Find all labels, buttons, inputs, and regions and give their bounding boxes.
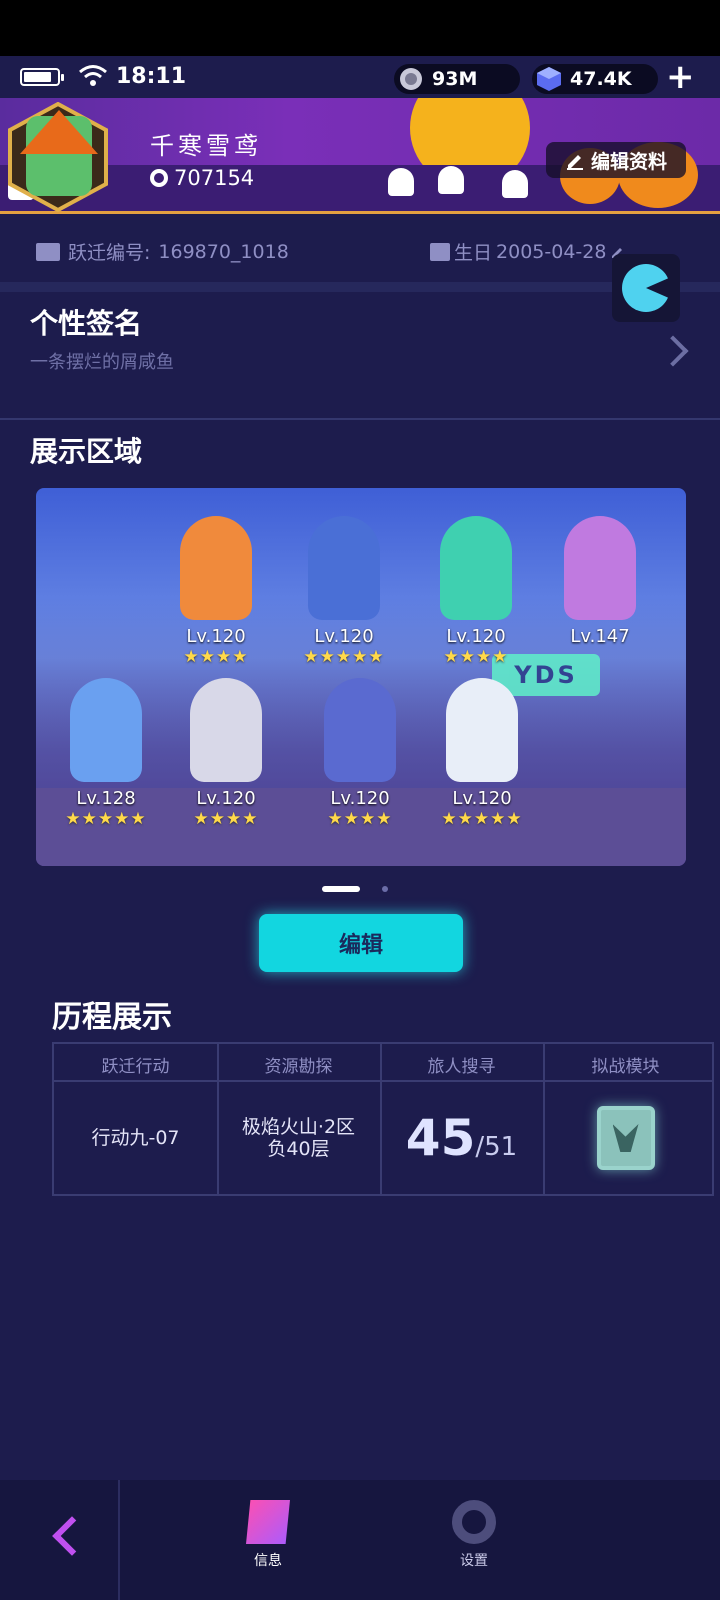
- hero-card[interactable]: Lv.120 ★★★★★: [422, 678, 542, 829]
- gem-icon: [537, 67, 561, 91]
- resource-value: 极焰火山·2区 负40层: [241, 1116, 356, 1160]
- history-cell-jump[interactable]: 跃迁行动 行动九-07: [54, 1044, 219, 1194]
- showcase-carousel[interactable]: YDS Lv.120 ★★★★ Lv.120 ★★★★★ Lv.120 ★★★★…: [36, 488, 686, 866]
- gear-icon: [452, 1500, 496, 1544]
- hero-sprite: [180, 516, 252, 620]
- edit-profile-label: 编辑资料: [590, 150, 667, 173]
- hero-sprite: [440, 516, 512, 620]
- coin-icon: [400, 68, 422, 90]
- hero-stars: ★★★★: [327, 809, 393, 829]
- showcase-title: 展示区域: [30, 435, 143, 468]
- back-arrow-icon[interactable]: [52, 1516, 92, 1556]
- hero-sprite: [308, 516, 380, 620]
- bottom-nav: 信息 设置: [0, 1480, 720, 1600]
- carousel-indicator-active[interactable]: [322, 886, 360, 892]
- hero-stars: ★★★★: [443, 647, 509, 667]
- hero-level: Lv.147: [570, 626, 630, 647]
- ghost-icon: [502, 170, 528, 198]
- nav-tab-info[interactable]: 信息: [228, 1500, 308, 1570]
- history-header: 旅人搜寻: [427, 1057, 496, 1077]
- ghost-icon: [438, 166, 464, 194]
- signature-text: 一条摆烂的屑咸鱼: [30, 352, 174, 373]
- edit-showcase-button[interactable]: 编辑: [259, 914, 463, 972]
- history-cell-resource[interactable]: 资源勘探 极焰火山·2区 负40层: [217, 1044, 382, 1194]
- hero-stars: ★★★★★: [441, 809, 523, 829]
- wifi-icon: [79, 65, 107, 86]
- clock: 18:11: [116, 64, 187, 89]
- player-nickname: 千寒雪鸢: [150, 132, 262, 160]
- gem-amount: 47.4K: [570, 68, 632, 90]
- carousel-indicator[interactable]: [382, 886, 388, 892]
- history-title: 历程展示: [52, 1000, 172, 1035]
- nav-separator: [118, 1480, 120, 1600]
- status-bar: 18:11 93M 47.4K: [0, 56, 720, 98]
- info-tab-icon: [246, 1500, 290, 1544]
- hero-sprite: [564, 516, 636, 620]
- history-table: 跃迁行动 行动九-07 资源勘探 极焰火山·2区 负40层 旅人搜寻 45/51…: [52, 1042, 714, 1196]
- hero-level: Lv.128: [76, 788, 136, 809]
- player-uid: 707154: [150, 166, 254, 190]
- history-value: 极焰火山·2区 负40层: [217, 1082, 380, 1194]
- traveler-count: 45: [405, 1109, 476, 1167]
- history-header: 拟战模块: [591, 1057, 660, 1077]
- birthday-label: 生日: [454, 242, 493, 264]
- coin-amount: 93M: [432, 68, 478, 90]
- pacman-icon[interactable]: [612, 254, 680, 322]
- hero-level: Lv.120: [452, 788, 512, 809]
- hero-sprite: [324, 678, 396, 782]
- nav-tab-info-label: 信息: [254, 1553, 282, 1569]
- ghost-icon: [388, 168, 414, 196]
- hero-sprite: [190, 678, 262, 782]
- hero-stars: ★★★★: [183, 647, 249, 667]
- hero-card[interactable]: Lv.120 ★★★★: [156, 516, 276, 667]
- add-currency-button[interactable]: +: [666, 60, 695, 94]
- traveler-total: /51: [475, 1132, 518, 1162]
- nav-tab-settings-label: 设置: [460, 1553, 488, 1569]
- history-cell-module[interactable]: 拟战模块: [543, 1044, 708, 1194]
- hero-stars: ★★★★: [193, 809, 259, 829]
- gem-counter[interactable]: 47.4K: [532, 64, 658, 94]
- hero-level: Lv.120: [196, 788, 256, 809]
- history-header: 跃迁行动: [101, 1057, 170, 1077]
- hero-card[interactable]: Lv.128 ★★★★★: [46, 678, 166, 829]
- nav-tab-settings[interactable]: 设置: [434, 1500, 514, 1570]
- pencil-icon: [566, 155, 583, 170]
- history-value: 行动九-07: [91, 1127, 180, 1149]
- jump-id-value: 169870_1018: [158, 240, 289, 263]
- cake-icon: [430, 242, 450, 261]
- birthday[interactable]: 生日 2005-04-28: [430, 238, 626, 265]
- jump-id: 跃迁编号: 169870_1018: [36, 238, 289, 265]
- history-value: [543, 1082, 708, 1194]
- section-divider: [0, 418, 720, 420]
- coin-counter[interactable]: 93M: [394, 64, 520, 94]
- history-header: 资源勘探: [264, 1057, 333, 1077]
- chevron-right-icon[interactable]: [657, 335, 689, 367]
- uid-value: 707154: [174, 166, 255, 190]
- avatar[interactable]: [6, 101, 110, 213]
- hero-stars: ★★★★★: [65, 809, 147, 829]
- hero-level: Lv.120: [446, 626, 506, 647]
- battery-icon: [20, 68, 64, 86]
- hero-level: Lv.120: [186, 626, 246, 647]
- hero-card[interactable]: Lv.147: [540, 516, 660, 647]
- hero-card[interactable]: Lv.120 ★★★★★: [284, 516, 404, 667]
- birthday-value: 2005-04-28: [496, 240, 607, 263]
- uid-icon: [150, 169, 168, 187]
- module-chip-icon: [596, 1106, 655, 1170]
- hero-card[interactable]: Lv.120 ★★★★: [416, 516, 536, 667]
- hero-card[interactable]: Lv.120 ★★★★: [166, 678, 286, 829]
- history-cell-traveler[interactable]: 旅人搜寻 45/51: [380, 1044, 545, 1194]
- hero-card[interactable]: Lv.120 ★★★★: [300, 678, 420, 829]
- hero-sprite: [446, 678, 518, 782]
- system-top-strip: [0, 0, 720, 56]
- hero-level: Lv.120: [314, 626, 374, 647]
- hero-stars: ★★★★★: [303, 647, 385, 667]
- hero-sprite: [70, 678, 142, 782]
- history-value: 45/51: [380, 1082, 543, 1194]
- id-card-icon: [36, 242, 60, 261]
- hero-level: Lv.120: [330, 788, 390, 809]
- jump-id-label: 跃迁编号:: [68, 242, 151, 264]
- edit-profile-button[interactable]: 编辑资料: [546, 142, 686, 178]
- signature-title: 个性签名: [30, 307, 143, 340]
